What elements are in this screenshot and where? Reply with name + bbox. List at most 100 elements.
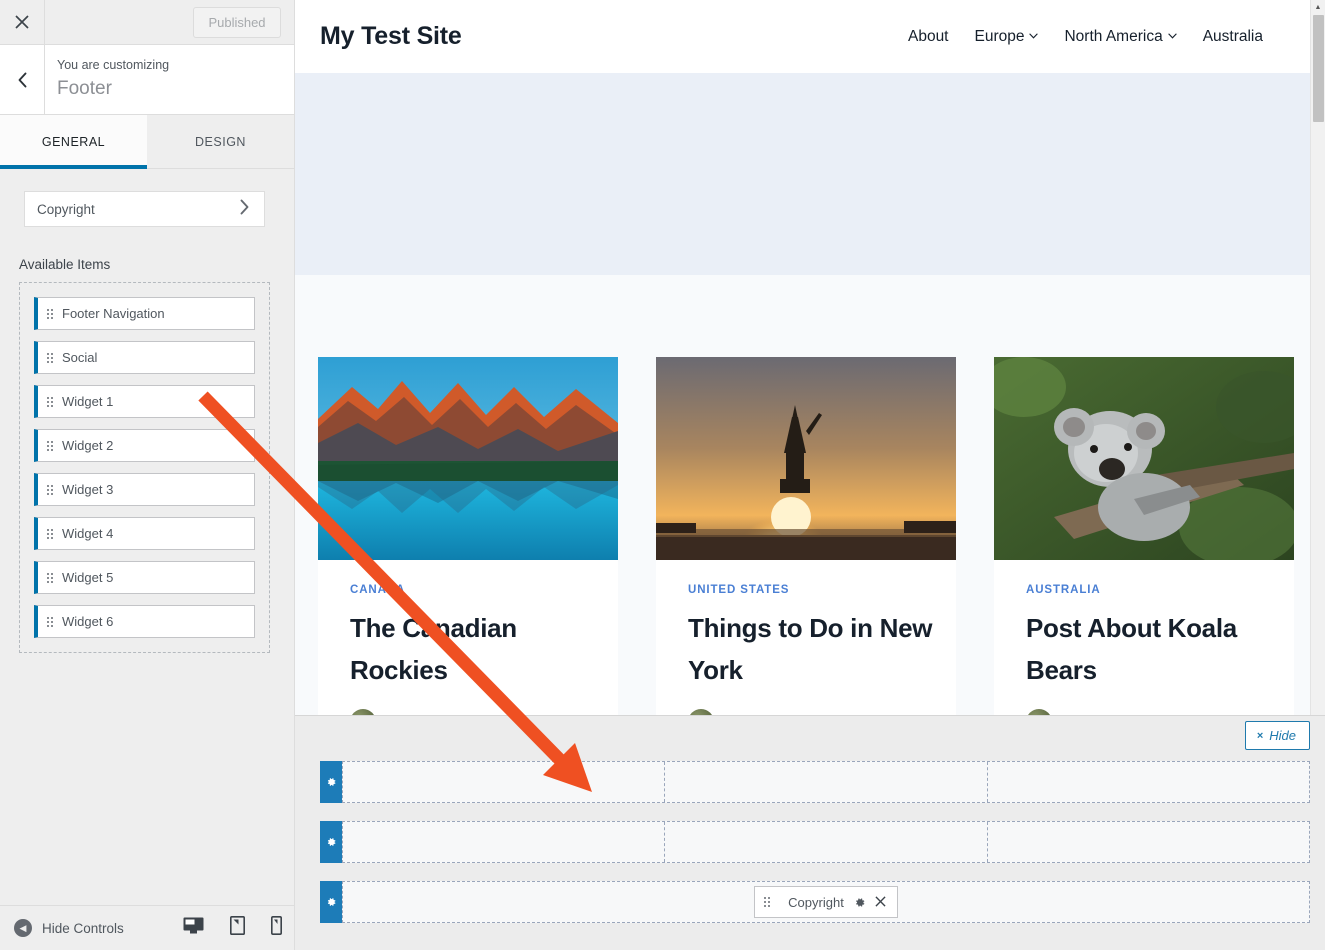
hide-footer-builder-button[interactable]: × Hide <box>1244 721 1310 750</box>
gear-icon[interactable] <box>853 896 866 909</box>
list-item-label: Widget 3 <box>62 482 114 497</box>
list-item[interactable]: Social <box>34 341 255 374</box>
desktop-icon[interactable] <box>183 917 204 939</box>
nav-item-australia[interactable]: Australia <box>1203 28 1263 46</box>
nav-item-north-america[interactable]: North America <box>1064 27 1177 46</box>
close-icon[interactable] <box>875 895 886 910</box>
drag-handle-icon[interactable] <box>47 396 53 407</box>
list-item[interactable]: Widget 4 <box>34 517 255 550</box>
footer-drop-zone[interactable]: Copyright <box>343 882 1309 922</box>
mobile-icon[interactable] <box>271 916 282 940</box>
device-preview-switcher <box>183 916 282 940</box>
drag-handle-icon[interactable] <box>764 897 771 907</box>
panel-header-text: You are customizing Footer <box>45 45 294 114</box>
available-items-label: Available Items <box>19 257 111 272</box>
footer-row-3: Copyright <box>320 881 1310 923</box>
drag-handle-icon[interactable] <box>47 440 53 451</box>
section-row-label: Copyright <box>37 201 95 217</box>
gear-icon[interactable] <box>320 821 342 863</box>
tab-design[interactable]: DESIGN <box>147 115 294 168</box>
arrow-left-circle-icon: ◀ <box>14 919 32 937</box>
close-icon: × <box>1256 729 1264 742</box>
nav-item-label: North America <box>1064 27 1163 45</box>
post-category[interactable]: CANADA <box>350 584 618 596</box>
footer-builder-panel: × Hide Copyright <box>295 715 1325 950</box>
footer-row-zones <box>342 821 1310 863</box>
drag-handle-icon[interactable] <box>47 528 53 539</box>
hide-controls-button[interactable]: ◀ Hide Controls <box>14 919 124 937</box>
customizing-label: You are customizing <box>57 58 170 73</box>
post-title[interactable]: Post About Koala Bears <box>1026 608 1294 691</box>
nav-item-label: Europe <box>974 27 1025 45</box>
list-item-label: Widget 1 <box>62 394 114 409</box>
chevron-right-icon <box>239 199 250 219</box>
customizer-tabs: GENERAL DESIGN <box>0 115 294 169</box>
scroll-up-arrow-icon[interactable]: ▲ <box>1311 0 1325 15</box>
post-card[interactable]: UNITED STATES Things to Do in New York <box>656 357 956 736</box>
chevron-down-icon <box>1167 31 1177 42</box>
footer-row-2 <box>320 821 1310 863</box>
gear-icon[interactable] <box>320 761 342 803</box>
copyright-widget-chip[interactable]: Copyright <box>754 886 898 918</box>
tab-general[interactable]: GENERAL <box>0 115 147 169</box>
post-category[interactable]: UNITED STATES <box>688 584 956 596</box>
list-item[interactable]: Widget 5 <box>34 561 255 594</box>
footer-row-zones <box>342 761 1310 803</box>
customizer-body: Copyright Available Items Footer Navigat… <box>0 169 294 905</box>
list-item[interactable]: Widget 1 <box>34 385 255 418</box>
footer-row-zones: Copyright <box>342 881 1310 923</box>
drag-handle-icon[interactable] <box>47 616 53 627</box>
list-item-label: Footer Navigation <box>62 306 165 321</box>
list-item[interactable]: Footer Navigation <box>34 297 255 330</box>
customizer-sidebar: Published You are customizing Footer GEN… <box>0 0 295 950</box>
drag-handle-icon[interactable] <box>47 352 53 363</box>
post-card-body: UNITED STATES Things to Do in New York <box>656 560 956 736</box>
post-category[interactable]: AUSTRALIA <box>1026 584 1294 596</box>
nav-item-label: About <box>907 27 949 45</box>
post-image-united-states <box>656 357 956 560</box>
drag-handle-icon[interactable] <box>47 572 53 583</box>
list-item-label: Widget 4 <box>62 526 114 541</box>
publish-button[interactable]: Published <box>193 7 281 38</box>
footer-drop-zone[interactable] <box>988 822 1309 862</box>
footer-drop-zone[interactable] <box>988 762 1309 802</box>
section-row-copyright[interactable]: Copyright <box>24 191 265 227</box>
tablet-icon[interactable] <box>230 916 245 940</box>
list-item-label: Widget 2 <box>62 438 114 453</box>
post-title[interactable]: The Canadian Rockies <box>350 608 618 691</box>
list-item[interactable]: Widget 2 <box>34 429 255 462</box>
chevron-left-icon[interactable] <box>0 45 45 114</box>
footer-rows: Copyright <box>320 761 1310 941</box>
post-title[interactable]: Things to Do in New York <box>688 608 956 691</box>
site-header: My Test Site About Europe North America <box>295 0 1325 73</box>
post-card[interactable]: CANADA The Canadian Rockies <box>318 357 618 736</box>
post-card-body: CANADA The Canadian Rockies <box>318 560 618 736</box>
gear-icon[interactable] <box>320 881 342 923</box>
scrollbar-thumb[interactable] <box>1313 15 1324 122</box>
site-navigation: About Europe North America Australia <box>908 28 1263 46</box>
post-card-grid: CANADA The Canadian Rockies UNITED STATE… <box>295 357 1325 736</box>
footer-drop-zone[interactable] <box>343 762 666 802</box>
customizer-panel-header: You are customizing Footer <box>0 45 294 115</box>
drag-handle-icon[interactable] <box>47 484 53 495</box>
nav-item-about[interactable]: About <box>908 28 949 46</box>
footer-drop-zone[interactable] <box>665 762 988 802</box>
post-card[interactable]: AUSTRALIA Post About Koala Bears <box>994 357 1294 736</box>
site-title: My Test Site <box>320 22 462 50</box>
post-image-australia <box>994 357 1294 560</box>
list-item-label: Social <box>62 350 98 365</box>
hide-label: Hide <box>1269 728 1296 743</box>
post-image-canada <box>318 357 618 560</box>
available-items-box: Footer Navigation Social Widget 1 Widget… <box>19 282 270 653</box>
list-item-label: Widget 6 <box>62 614 114 629</box>
close-icon[interactable] <box>0 0 45 44</box>
drag-handle-icon[interactable] <box>47 308 53 319</box>
footer-drop-zone[interactable] <box>665 822 988 862</box>
list-item[interactable]: Widget 6 <box>34 605 255 638</box>
page-title: Footer <box>57 77 112 99</box>
hero-banner <box>295 73 1325 275</box>
nav-item-europe[interactable]: Europe <box>975 28 1039 46</box>
footer-drop-zone[interactable] <box>343 822 666 862</box>
chevron-down-icon <box>1029 31 1039 42</box>
list-item[interactable]: Widget 3 <box>34 473 255 506</box>
